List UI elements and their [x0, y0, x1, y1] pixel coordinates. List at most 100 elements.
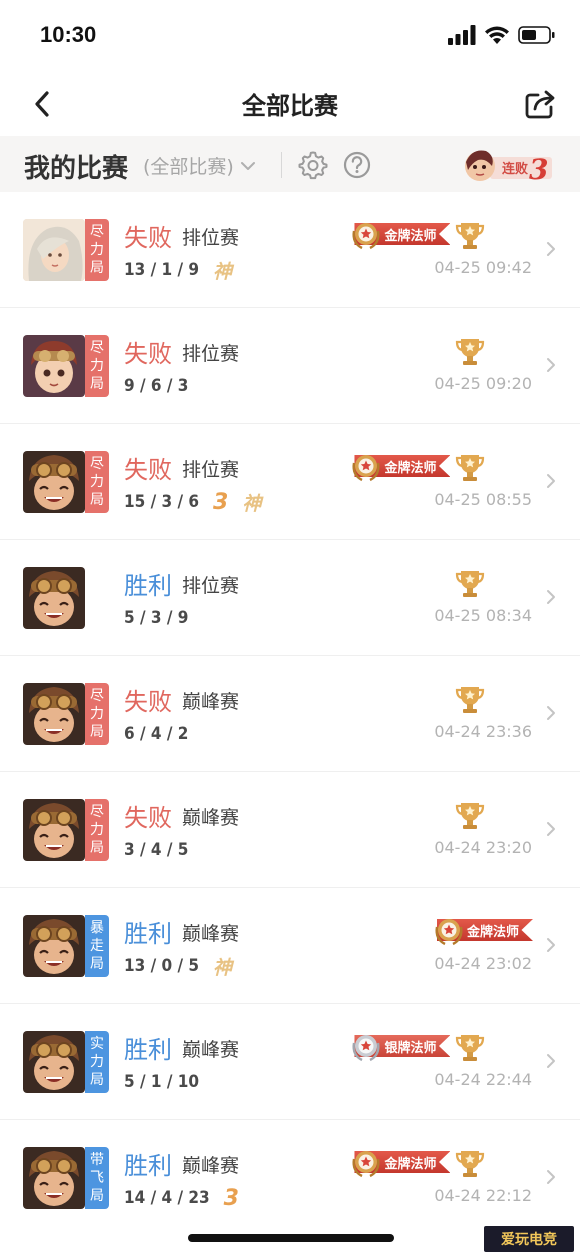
- wifi-icon: [485, 26, 509, 44]
- streak-hero-icon: 连败 3: [465, 150, 552, 186]
- match-time: 04-24 22:12: [434, 1186, 532, 1205]
- chevron-right-icon: [547, 822, 555, 836]
- legendary-mark: 神: [213, 956, 233, 979]
- hero-avatar-group: 暴走局: [23, 915, 109, 977]
- gold-medal-icon: [352, 1151, 380, 1178]
- mvp-badge: MVP: [456, 335, 533, 365]
- back-button[interactable]: [22, 84, 62, 124]
- match-tag: 尽力局: [85, 335, 109, 397]
- match-mode: 排位赛: [182, 343, 240, 365]
- match-row[interactable]: 胜利 排位赛 5 / 3 / 9 MVP 04-25 08:34: [0, 540, 580, 656]
- page-title: 全部比赛: [242, 92, 338, 120]
- settings-button[interactable]: [298, 150, 328, 180]
- match-result: 失败: [124, 340, 172, 368]
- trophy-icon: [456, 687, 485, 713]
- match-row[interactable]: 尽力局失败 巅峰赛 6 / 4 / 2 MVP 04-24 23:36: [0, 656, 580, 772]
- help-button[interactable]: [342, 150, 372, 180]
- section-title: 我的比赛: [24, 154, 129, 184]
- hero-avatar: [23, 451, 85, 513]
- trophy-icon: [456, 339, 485, 365]
- hero-avatar: [23, 1147, 85, 1209]
- chevron-right-icon: [547, 474, 555, 488]
- triple-kill-mark: 3: [213, 489, 229, 515]
- match-result: 胜利: [124, 1036, 172, 1064]
- match-tag: 尽力局: [85, 683, 109, 745]
- share-button[interactable]: [520, 84, 560, 124]
- mvp-badge: MVP: [456, 1031, 533, 1061]
- chevron-right-icon: [547, 1170, 555, 1184]
- trophy-icon: [456, 223, 485, 249]
- hero-avatar: [23, 915, 85, 977]
- home-indicator[interactable]: [188, 1234, 394, 1242]
- gear-icon: [298, 151, 328, 180]
- filter-label: (全部比赛): [143, 156, 234, 178]
- match-result: 失败: [124, 804, 172, 832]
- kda-stats: 6 / 4 / 2: [124, 724, 189, 744]
- back-arrow-icon: [35, 91, 49, 117]
- match-row[interactable]: 带飞局胜利 巅峰赛 14 / 4 / 23 3 金牌法师 MVP 04-24 22:12: [0, 1120, 580, 1236]
- losing-streak-badge: 连败 3: [462, 146, 558, 186]
- share-icon: [525, 90, 555, 119]
- match-row[interactable]: 尽力局失败 排位赛 13 / 1 / 9 神 金牌法师 MVP 04-25 09:42: [0, 192, 580, 308]
- kda-stats: 9 / 6 / 3: [124, 376, 189, 396]
- match-time: 04-24 22:44: [434, 1070, 532, 1089]
- mvp-badge: MVP: [456, 799, 533, 829]
- kda-line: 15 / 3 / 6 3神: [124, 489, 262, 515]
- match-tag: 尽力局: [85, 219, 109, 281]
- mvp-badge: MVP: [456, 451, 533, 481]
- match-tag: 带飞局: [85, 1147, 109, 1209]
- hero-avatar-group: 实力局: [23, 1031, 109, 1093]
- badge-group: 金牌法师 MVP: [352, 449, 533, 483]
- hero-avatar: [23, 683, 85, 745]
- match-row[interactable]: 尽力局失败 排位赛 15 / 3 / 6 3 神 金牌法师 MVP 04-25 08:55: [0, 424, 580, 540]
- badge-group: MVP: [456, 333, 533, 367]
- match-tag: 暴走局: [85, 915, 109, 977]
- streak-count: 3: [529, 153, 548, 186]
- match-tag: 实力局: [85, 1031, 109, 1093]
- hero-avatar-group: 尽力局: [23, 683, 109, 745]
- kda-stats: 14 / 4 / 23: [124, 1188, 210, 1208]
- kda-line: 6 / 4 / 2: [124, 722, 188, 746]
- chevron-right-icon: [547, 706, 555, 720]
- match-row[interactable]: 尽力局失败 巅峰赛 3 / 4 / 5 MVP 04-24 23:20: [0, 772, 580, 888]
- match-time: 04-24 23:36: [434, 722, 532, 741]
- match-row[interactable]: 尽力局失败 排位赛 9 / 6 / 3 MVP 04-25 09:20: [0, 308, 580, 424]
- badge-group: MVP: [456, 565, 533, 599]
- kda-stats: 3 / 4 / 5: [124, 840, 189, 860]
- kda-line: 3 / 4 / 5: [124, 838, 188, 862]
- badge-group: MVP: [456, 797, 533, 831]
- hero-avatar: [23, 799, 85, 861]
- mvp-badge: MVP: [456, 567, 533, 597]
- hero-avatar: [23, 335, 85, 397]
- match-mode: 排位赛: [182, 575, 240, 597]
- match-row[interactable]: 暴走局胜利 巅峰赛 13 / 0 / 5 神 金牌法师 04-24 23:02: [0, 888, 580, 1004]
- hero-avatar: [23, 567, 85, 629]
- match-filter-dropdown[interactable]: (全部比赛): [143, 152, 256, 179]
- hero-avatar-group: 尽力局: [23, 799, 109, 861]
- silver-mage-badge: 银牌法师: [352, 1031, 451, 1062]
- streak-label: 连败: [502, 161, 528, 177]
- silver-medal-icon: [352, 1035, 380, 1062]
- chevron-right-icon: [547, 590, 555, 604]
- match-mode: 排位赛: [182, 459, 240, 481]
- kda-line: 5 / 3 / 9: [124, 606, 188, 630]
- navigation-bar: 全部比赛: [0, 70, 580, 136]
- match-list: 尽力局失败 排位赛 13 / 1 / 9 神金牌法师 MVP 04-25 09:42 尽力局…: [0, 192, 580, 1236]
- question-icon: [343, 151, 371, 179]
- triple-kill-mark: 3: [223, 1185, 239, 1211]
- match-row[interactable]: 实力局胜利 巅峰赛 5 / 1 / 10 银牌法师 MVP 04-24 22:44: [0, 1004, 580, 1120]
- match-tag: 尽力局: [85, 451, 109, 513]
- match-mode: 巅峰赛: [182, 923, 240, 945]
- status-bar: 10:30: [0, 0, 580, 70]
- legendary-mark: 神: [213, 260, 233, 283]
- match-mode: 巅峰赛: [182, 1155, 240, 1177]
- chevron-right-icon: [547, 1054, 555, 1068]
- legendary-mark: 神: [242, 492, 262, 515]
- trophy-icon: [456, 571, 485, 597]
- match-tag: 尽力局: [85, 799, 109, 861]
- gold-mage-badge: 金牌法师: [352, 1147, 451, 1178]
- match-time: 04-25 09:20: [434, 374, 532, 393]
- kda-stats: 15 / 3 / 6: [124, 492, 200, 512]
- gold-medal-icon: [435, 919, 463, 946]
- status-icons: [448, 22, 556, 48]
